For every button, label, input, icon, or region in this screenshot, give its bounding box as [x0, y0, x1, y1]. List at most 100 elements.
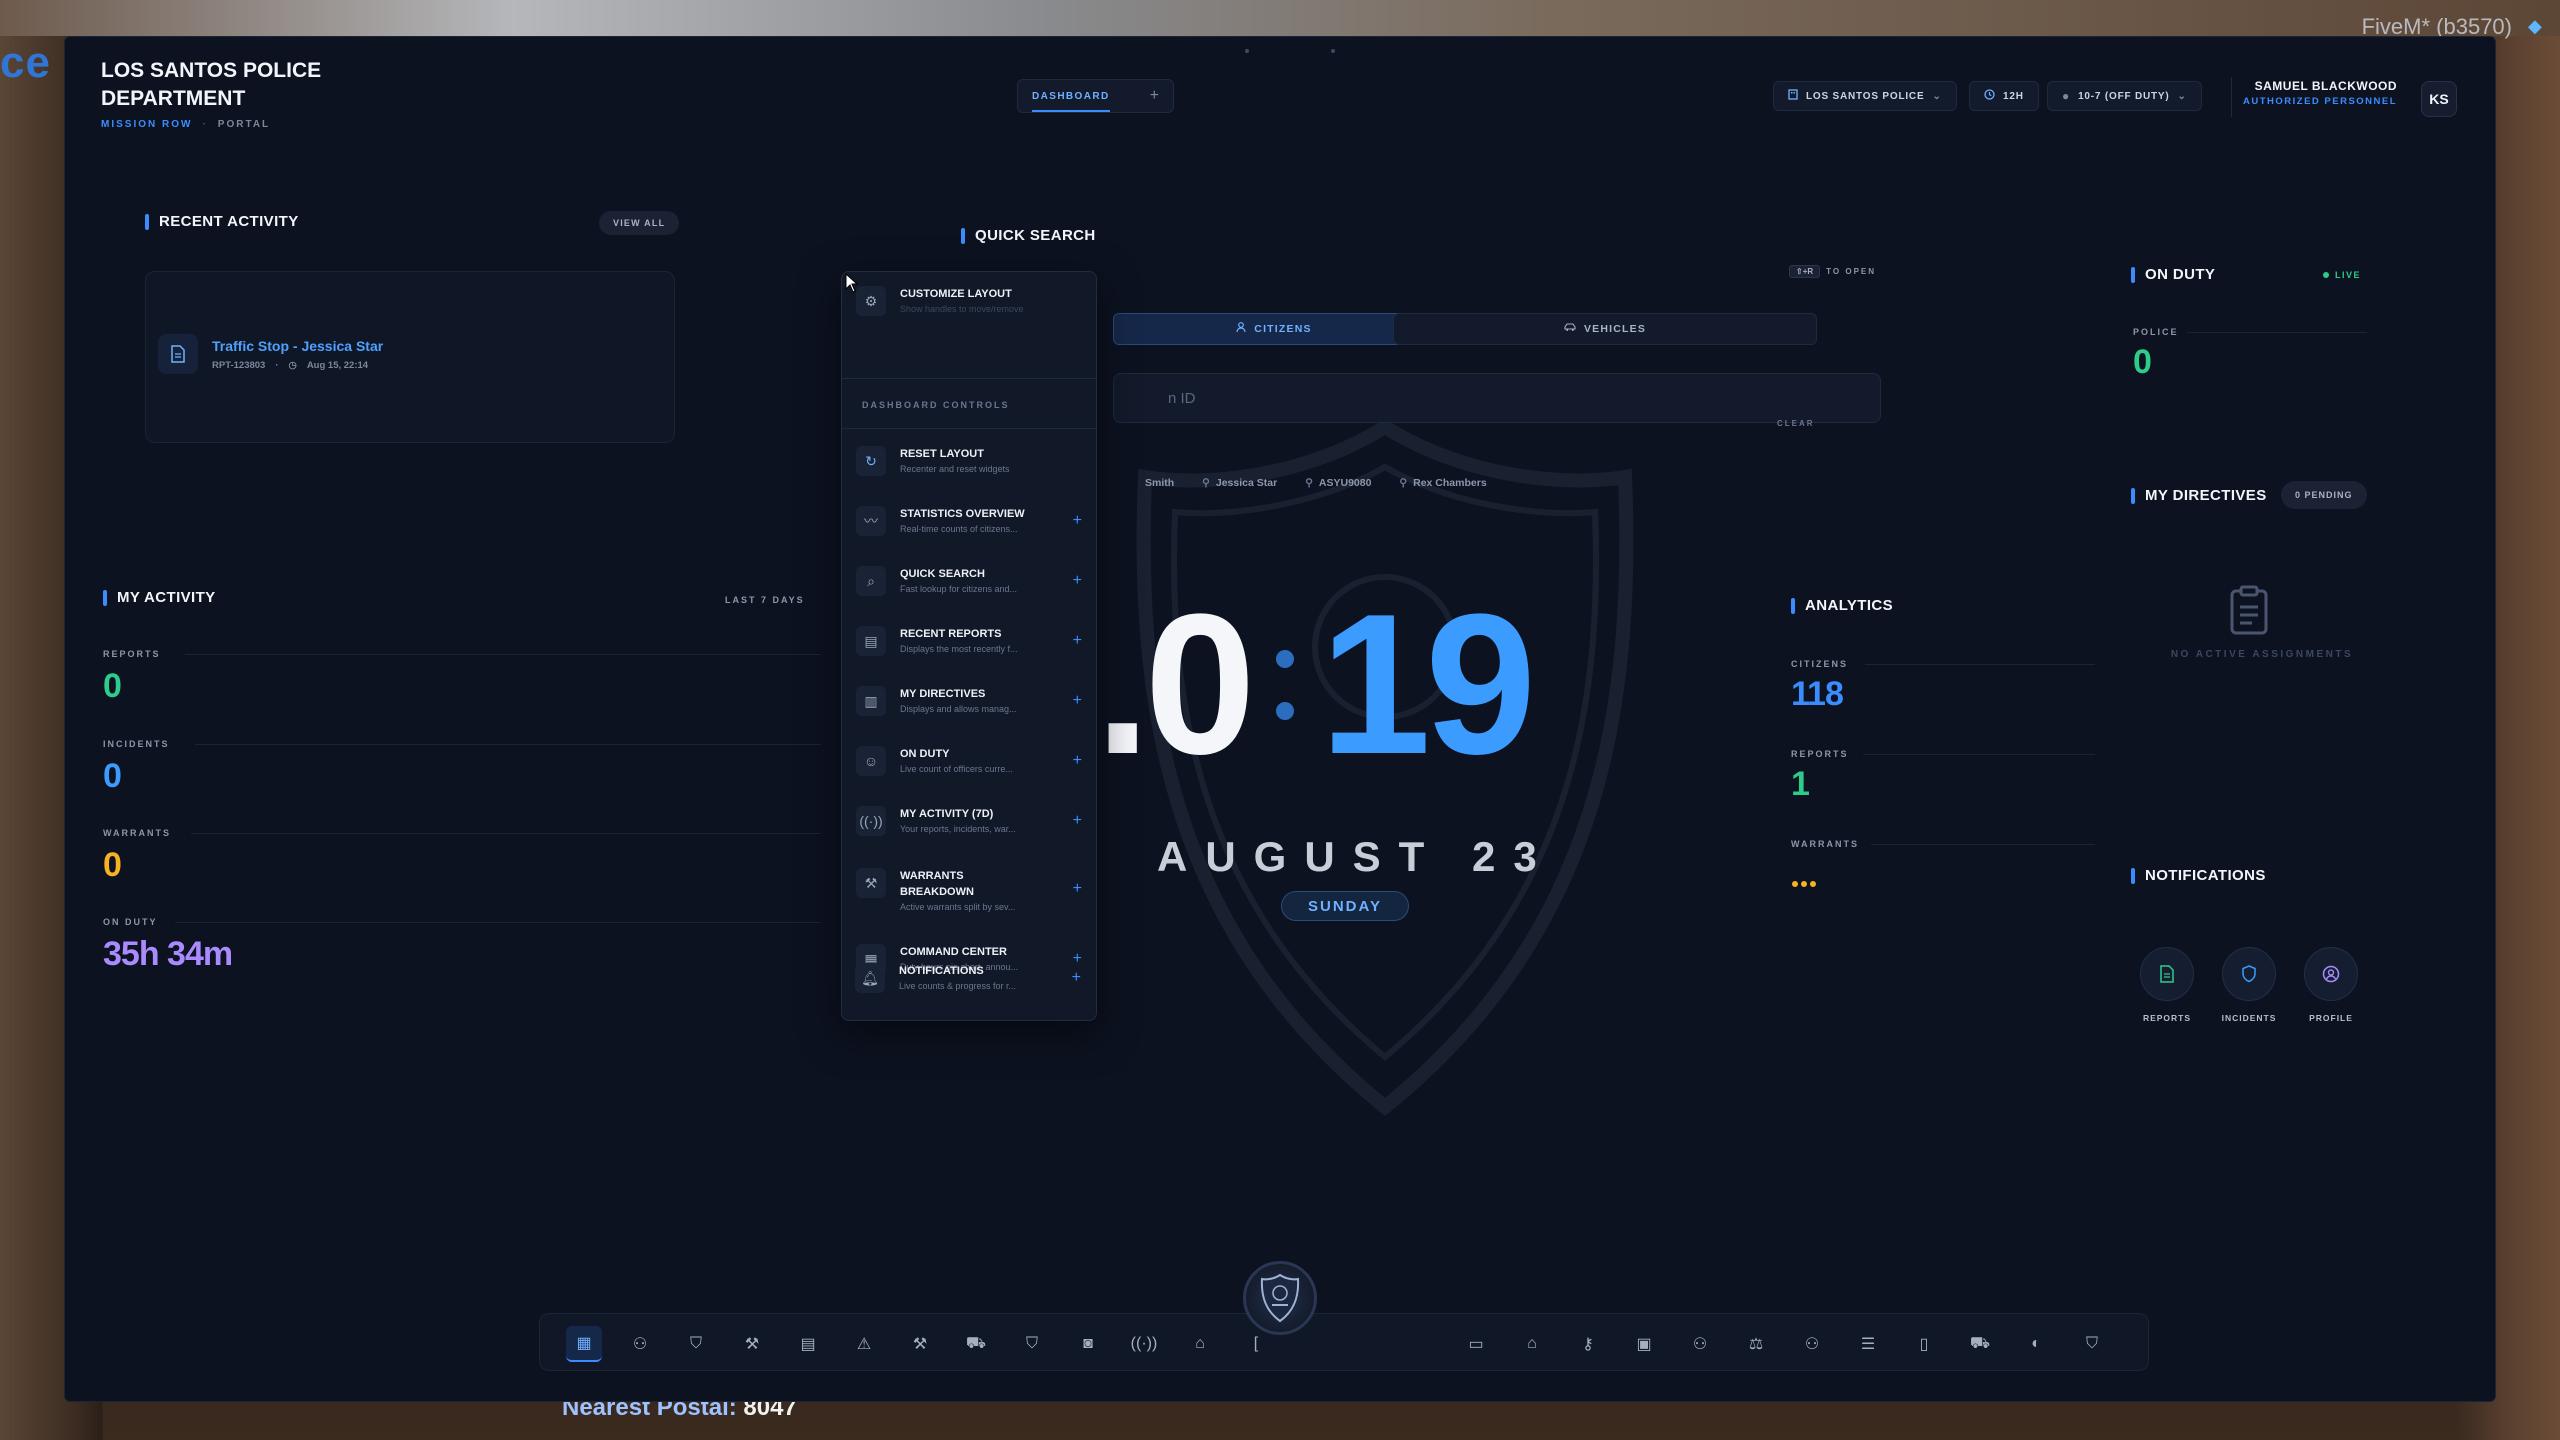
add-widget-button[interactable]: + [1073, 692, 1082, 710]
recent-search-chip[interactable]: ⚲ ASYU9080 [1305, 477, 1371, 489]
clock-day-badge: SUNDAY [1281, 891, 1409, 921]
tab-citizens[interactable]: CITIZENS [1113, 313, 1435, 345]
dock-dashboard-icon[interactable]: ▦ [566, 1326, 602, 1362]
menu-item-quick-search[interactable]: ⌕ QUICK SEARCH Fast lookup for citizens a… [856, 566, 1082, 596]
recent-search-chip[interactable]: Smith [1145, 477, 1174, 489]
add-widget-button[interactable]: + [1073, 512, 1082, 530]
background-sign [0, 0, 2560, 36]
user-icon: ⚲ [1399, 477, 1408, 489]
tab-dashboard[interactable]: DASHBOARD [1032, 91, 1110, 112]
report-title-link[interactable]: Traffic Stop - Jessica Star [212, 338, 383, 354]
list-item[interactable]: Traffic Stop - Jessica Star RPT-123803 ·… [158, 334, 383, 374]
notification-incidents[interactable]: INCIDENTS [2221, 947, 2277, 1023]
report-meta-separator: · [275, 359, 279, 371]
add-widget-button[interactable]: + [1073, 880, 1082, 898]
divider [185, 654, 821, 655]
duty-status-select[interactable]: ● 10-7 (OFF DUTY) ⌄ [2047, 81, 2202, 111]
report-id: RPT-123803 [212, 359, 266, 371]
dock-people-icon[interactable]: ⚇ [622, 1326, 658, 1362]
dock-group-icon[interactable]: ⚇ [1794, 1326, 1830, 1362]
menu-item-statistics-overview[interactable]: 〰 STATISTICS OVERVIEW Real-time counts of… [856, 506, 1082, 536]
menu-item-warrants-breakdown[interactable]: ⚒ WARRANTS BREAKDOWN Active warrants spli… [856, 868, 1082, 912]
no-assignments-text: NO ACTIVE ASSIGNMENTS [2170, 649, 2354, 660]
citizens-count: 118 [1791, 675, 1844, 713]
shortcut-key: ⇧+R [1789, 265, 1821, 278]
divider [191, 833, 821, 834]
dock-shield-check-icon[interactable]: ⛉ [2074, 1326, 2110, 1362]
tab-vehicles[interactable]: VEHICLES [1393, 313, 1817, 345]
tab-citizens-label: CITIZENS [1254, 323, 1312, 335]
divider [1865, 664, 2095, 665]
window-drag-handle[interactable] [1245, 49, 1335, 53]
menu-item-my-activity[interactable]: ((·)) MY ACTIVITY (7D) Your reports, inci… [856, 806, 1082, 836]
dock-user-add-icon[interactable]: ⚇ [1682, 1326, 1718, 1362]
radio-icon: ((·)) [856, 806, 886, 836]
my-activity-title: MY ACTIVITY [103, 589, 216, 606]
recent-search-chip[interactable]: ⚲ Jessica Star [1202, 477, 1277, 489]
user-circle-icon [2304, 947, 2358, 1001]
dock-gavel-icon[interactable]: ⚒ [734, 1326, 770, 1362]
department-select[interactable]: LOS SANTOS POLICE ⌄ [1773, 81, 1957, 111]
dock-hammer-icon[interactable]: ⚒ [902, 1326, 938, 1362]
dock-home-icon[interactable]: ⌂ [1182, 1326, 1218, 1362]
customize-layout-item[interactable]: ⚙ CUSTOMIZE LAYOUT Show handles to move/… [856, 286, 1082, 316]
add-widget-button[interactable]: + [1073, 812, 1082, 830]
on-duty-label: ON DUTY [103, 917, 158, 927]
mouse-cursor-icon [845, 273, 859, 293]
time-format-toggle[interactable]: 12H [1969, 81, 2039, 111]
dock-shield-icon[interactable]: ⛉ [678, 1326, 714, 1362]
dock-key-icon[interactable]: ⚷ [1570, 1326, 1606, 1362]
dock-camera-icon[interactable]: ◙ [1070, 1326, 1106, 1362]
quick-search-title: QUICK SEARCH [961, 227, 1096, 244]
recent-search-chip[interactable]: ⚲ Rex Chambers [1399, 477, 1486, 489]
shortcut-text: TO OPEN [1826, 267, 1877, 276]
dock-radio-icon[interactable]: ((·)) [1126, 1326, 1162, 1362]
dock-truck-icon[interactable]: ⛟ [1962, 1326, 1998, 1362]
menu-item-reset-layout[interactable]: ↻ RESET LAYOUT Recenter and reset widgets [856, 446, 1082, 476]
add-widget-button[interactable]: + [1072, 969, 1081, 987]
menu-item-notifications[interactable]: 🔔︎ NOTIFICATIONS Live counts & progress f… [855, 963, 1081, 993]
dock-scales-icon[interactable]: ⚖ [1738, 1326, 1774, 1362]
dock-book-icon[interactable]: ▯ [1906, 1326, 1942, 1362]
dock-palette-icon[interactable]: ◐ [2018, 1326, 2054, 1362]
notification-label: REPORTS [2142, 1013, 2192, 1023]
add-tab-button[interactable]: + [1150, 87, 1159, 105]
search-input[interactable]: n ID [1113, 373, 1881, 423]
notification-reports[interactable]: REPORTS [2139, 947, 2195, 1023]
citizens-label: CITIZENS [1791, 659, 1849, 669]
menu-item-my-directives[interactable]: ▥ MY DIRECTIVES Displays and allows manag… [856, 686, 1082, 716]
clock-hours: .0 [1095, 573, 1256, 796]
building-icon [1788, 89, 1798, 103]
avatar[interactable]: KS [2421, 81, 2457, 117]
clipboard-icon [2230, 585, 2268, 635]
notification-label: PROFILE [2309, 1013, 2353, 1023]
dock-database-icon[interactable]: ☰ [1850, 1326, 1886, 1362]
dock-warning-icon[interactable]: ⚠ [846, 1326, 882, 1362]
view-all-button[interactable]: VIEW ALL [599, 211, 680, 235]
dock-reports-icon[interactable]: ▤ [790, 1326, 826, 1362]
time-format-label: 12H [2003, 90, 2024, 102]
breadcrumb-separator: · [202, 119, 208, 130]
add-widget-button[interactable]: + [1073, 752, 1082, 770]
menu-divider [842, 378, 1096, 379]
dock-car-icon[interactable]: ⛟ [958, 1326, 994, 1362]
dock-graduation-icon[interactable]: ⌂ [1514, 1326, 1550, 1362]
dock-chat-icon[interactable]: ▭ [1458, 1326, 1494, 1362]
quick-search-shortcut-hint: ⇧+R TO OPEN [1789, 265, 1876, 278]
analytics-title: ANALYTICS [1791, 597, 1893, 614]
clock-icon [1984, 89, 1995, 103]
divider [1863, 754, 2095, 755]
dock-badge-icon[interactable]: ⛉ [1014, 1326, 1050, 1362]
add-widget-button[interactable]: + [1073, 572, 1082, 590]
menu-item-on-duty[interactable]: ☺ ON DUTY Live count of officers curre...… [856, 746, 1082, 776]
department-select-label: LOS SANTOS POLICE [1806, 90, 1925, 102]
menu-item-recent-reports[interactable]: ▤ RECENT REPORTS Displays the most recent… [856, 626, 1082, 656]
add-widget-button[interactable]: + [1073, 632, 1082, 650]
clear-recent-button[interactable]: CLEAR [1777, 419, 1815, 428]
lspd-emblem-icon[interactable] [1243, 1261, 1317, 1335]
analytics-reports-count: 1 [1791, 765, 1810, 803]
notification-profile[interactable]: PROFILE [2303, 947, 2359, 1023]
user-icon: ⚲ [1305, 477, 1313, 489]
dashboard-controls-menu: ⚙ CUSTOMIZE LAYOUT Show handles to move/… [841, 271, 1097, 1021]
dock-briefcase-icon[interactable]: ▣ [1626, 1326, 1662, 1362]
